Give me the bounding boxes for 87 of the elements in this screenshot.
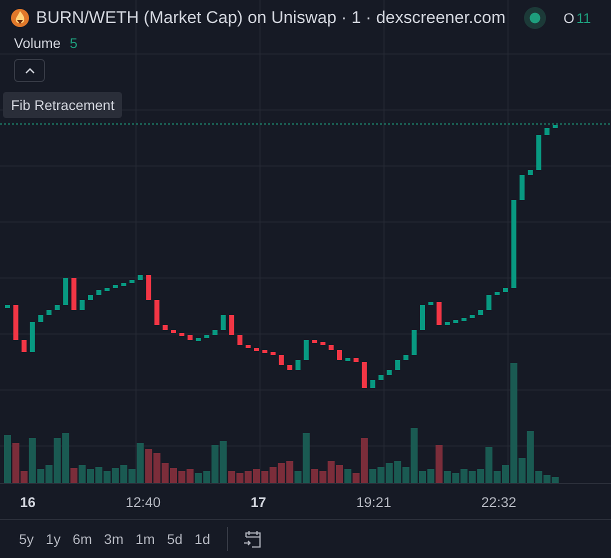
collapse-button[interactable] <box>14 59 45 82</box>
caret-up-icon <box>24 68 34 74</box>
time-axis-label: 22:32 <box>481 494 516 510</box>
range-button[interactable]: 5y <box>14 527 39 551</box>
candle <box>171 330 176 333</box>
candle <box>179 333 184 336</box>
candle <box>345 358 350 361</box>
candle <box>486 295 492 310</box>
candle <box>370 380 376 388</box>
time-axis-label: 19:21 <box>356 494 392 510</box>
candle <box>162 325 168 330</box>
candle <box>54 305 60 310</box>
candle <box>444 322 450 325</box>
candle <box>112 285 118 288</box>
candle <box>188 335 193 340</box>
candle <box>154 300 160 325</box>
candle <box>104 288 110 291</box>
time-axis-label: 12:40 <box>126 494 161 510</box>
candle <box>536 135 542 170</box>
candle <box>138 275 143 280</box>
candle <box>354 358 359 362</box>
candle <box>337 350 342 360</box>
candle <box>246 345 251 348</box>
candle <box>130 280 134 283</box>
candle <box>328 345 334 350</box>
candle <box>254 348 259 351</box>
candle <box>287 365 292 370</box>
candle <box>262 350 268 353</box>
candle <box>13 305 18 340</box>
candle <box>478 310 484 315</box>
candle <box>412 330 417 355</box>
candle <box>436 302 442 325</box>
candle <box>304 340 309 360</box>
candle <box>470 315 475 318</box>
candle <box>212 330 218 335</box>
candle <box>80 300 85 310</box>
tooltip: Fib Retracement <box>3 92 122 118</box>
candle <box>204 335 210 338</box>
time-axis-label: 16 <box>20 494 36 510</box>
volume-label: Volume <box>14 35 61 51</box>
candle <box>378 375 384 380</box>
candle <box>30 322 35 352</box>
candle <box>312 340 318 343</box>
range-button[interactable]: 5d <box>162 527 188 551</box>
candle <box>229 315 234 335</box>
candle <box>362 362 367 388</box>
candle <box>46 310 52 315</box>
flame-logo-icon <box>10 8 30 28</box>
candle <box>38 315 44 322</box>
volume-value: 5 <box>70 35 78 51</box>
candle <box>386 370 392 375</box>
range-button[interactable]: 6m <box>68 527 98 551</box>
candle <box>220 315 226 330</box>
candle <box>552 125 558 128</box>
candle <box>528 170 533 175</box>
candle <box>420 305 425 330</box>
candle <box>320 342 326 345</box>
candle <box>71 278 76 310</box>
candle <box>146 275 152 300</box>
range-button[interactable]: 1y <box>40 527 66 551</box>
open-value: 11 <box>576 10 591 26</box>
candle <box>494 292 500 295</box>
candle <box>63 278 68 305</box>
candle <box>462 318 466 321</box>
candle <box>503 288 508 292</box>
candle <box>88 295 93 300</box>
candle <box>121 283 126 286</box>
candle <box>395 360 400 370</box>
candle <box>428 302 434 305</box>
candle <box>278 355 284 365</box>
range-button[interactable]: 1d <box>190 527 216 551</box>
candle <box>270 352 276 355</box>
chart-title: BURN/WETH (Market Cap) on Uniswap · 1 · dexscreener.com <box>36 8 506 28</box>
candle <box>403 355 408 360</box>
candle <box>96 290 102 295</box>
range-button[interactable]: 3m <box>99 527 128 551</box>
range-button[interactable]: 1m <box>130 527 160 551</box>
candle <box>196 338 201 341</box>
candle <box>5 305 10 308</box>
candle <box>520 175 525 200</box>
candle <box>22 340 27 352</box>
time-axis-label: 17 <box>250 494 266 510</box>
candle <box>453 320 458 323</box>
candle <box>296 360 300 370</box>
open-label: O <box>564 10 574 26</box>
candle <box>544 128 550 135</box>
candle <box>237 335 242 345</box>
